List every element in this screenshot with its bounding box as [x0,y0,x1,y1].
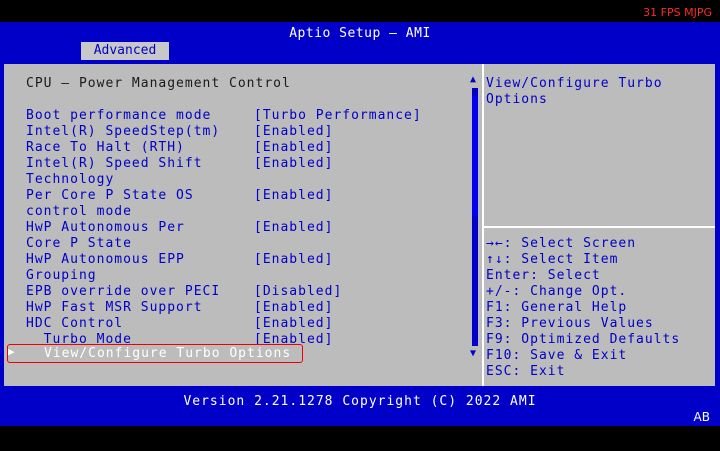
setting-label-hwp-autonomous-epp[interactable]: HwP Autonomous EPP [26,252,185,268]
setting-value-per-core-p-state[interactable]: [Enabled] [254,188,333,204]
setting-value-hwp-fast-msr[interactable]: [Enabled] [254,300,333,316]
setting-value-epb-override[interactable]: [Disabled] [254,284,342,300]
scroll-down-arrow-icon[interactable]: ▼ [470,348,476,359]
setting-value-speedstep[interactable]: [Enabled] [254,124,333,140]
key-select-item: ↑↓: Select Item [486,252,619,267]
key-enter-select: Enter: Select [486,268,601,283]
setting-label-per-core-p-state-cont[interactable]: control mode [26,204,132,220]
setting-value-hwp-autonomous-epp[interactable]: [Enabled] [254,252,333,268]
fps-indicator: 31 FPS MJPG [643,6,712,19]
setting-label-per-core-p-state[interactable]: Per Core P State OS [26,188,194,204]
header-bar: Aptio Setup – AMI Advanced [0,22,720,60]
panel-divider [482,64,484,386]
footer-bar: Version 2.21.1278 Copyright (C) 2022 AMI… [0,390,720,426]
setting-value-speed-shift[interactable]: [Enabled] [254,156,333,172]
key-general-help: F1: General Help [486,300,628,315]
setting-label-speedstep[interactable]: Intel(R) SpeedStep(tm) [26,124,220,140]
setting-label-epb-override[interactable]: EPB override over PECI [26,284,220,300]
key-save-exit: F10: Save & Exit [486,348,628,363]
main-area: CPU – Power Management Control Boot perf… [0,60,720,390]
setting-label-race-to-halt[interactable]: Race To Halt (RTH) [26,140,185,156]
setting-label-hwp-fast-msr[interactable]: HwP Fast MSR Support [26,300,203,316]
corner-label: AB [693,410,710,424]
key-exit: ESC: Exit [486,364,566,379]
help-divider [482,226,715,228]
scroll-thumb[interactable] [472,96,478,216]
submenu-arrow-icon: ▶ [8,345,15,358]
key-optimized-defaults: F9: Optimized Defaults [486,332,681,347]
setting-label-hwp-autonomous-epp-cont[interactable]: Grouping [26,268,97,284]
settings-panel: CPU – Power Management Control Boot perf… [4,64,715,386]
key-change-opt: +/-: Change Opt. [486,284,628,299]
scrollbar[interactable]: ▲ ▼ [468,74,482,360]
setting-value-hwp-autonomous-per[interactable]: [Enabled] [254,220,333,236]
key-select-screen: →←: Select Screen [486,236,637,251]
setting-label-boot-performance-mode[interactable]: Boot performance mode [26,108,211,124]
help-text: View/Configure Turbo Options [486,76,663,107]
key-legend: →←: Select Screen ↑↓: Select Item Enter:… [486,236,711,380]
tab-advanced[interactable]: Advanced [81,42,169,60]
setting-label-hwp-autonomous-per[interactable]: HwP Autonomous Per [26,220,185,236]
setting-label-speed-shift[interactable]: Intel(R) Speed Shift [26,156,203,172]
setting-label-hdc-control[interactable]: HDC Control [26,316,123,332]
setting-label-hwp-autonomous-per-cont[interactable]: Core P State [26,236,132,252]
video-overlay-bar: 31 FPS MJPG [0,0,720,22]
setting-label-speed-shift-cont[interactable]: Technology [26,172,114,188]
version-text: Version 2.21.1278 Copyright (C) 2022 AMI [183,394,537,409]
setting-value-race-to-halt[interactable]: [Enabled] [254,140,333,156]
section-title: CPU – Power Management Control [26,76,291,91]
setting-value-hdc-control[interactable]: [Enabled] [254,316,333,332]
key-previous-values: F3: Previous Values [486,316,654,331]
scroll-up-arrow-icon[interactable]: ▲ [470,74,476,85]
app-title: Aptio Setup – AMI [289,26,431,41]
setting-value-boot-performance-mode[interactable]: [Turbo Performance] [254,108,422,124]
menu-item-view-configure-turbo-options[interactable]: View/Configure Turbo Options [44,346,291,362]
